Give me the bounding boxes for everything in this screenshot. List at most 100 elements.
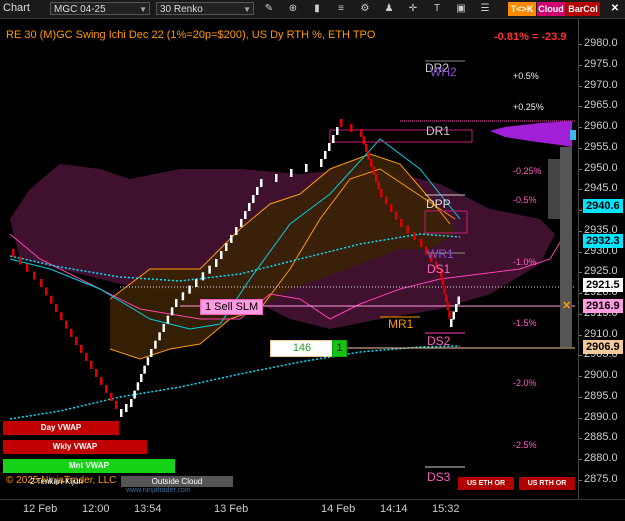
bar-type-value: 30 Renko [160, 4, 203, 15]
renko-brick [150, 349, 153, 357]
renko-brick [26, 264, 29, 272]
x-tick: 14:14 [380, 503, 408, 515]
renko-brick [336, 127, 339, 135]
renko-brick [362, 136, 365, 145]
price-tick: 2925.0 [584, 265, 618, 278]
x-tick: 14 Feb [321, 503, 356, 515]
renko-brick [166, 315, 170, 324]
level-mr1: MR1 [388, 317, 414, 331]
chart-toolbar: Chart MGC 04-25 ▼ 30 Renko ▼ ✎ ⊕ ▮ ≡ ⚙ ♟… [0, 0, 625, 19]
renko-brick [115, 401, 118, 409]
close-position-icon[interactable]: ✕ [562, 299, 571, 312]
more-icon[interactable]: ☰ [478, 2, 492, 15]
pct-level: +0.5% [513, 71, 539, 81]
renko-brick [340, 119, 343, 127]
sell-order-label[interactable]: 1 Sell SLM [200, 299, 264, 315]
day-vwap-label: Day VWAP [3, 421, 119, 435]
renko-brick [244, 211, 247, 219]
renko-brick [188, 285, 191, 294]
bar-type-selector[interactable]: 30 Renko ▼ [156, 2, 254, 15]
price-tick: 2880.0 [584, 452, 618, 464]
renko-brick [320, 159, 323, 167]
level-dpp: DPP [426, 197, 451, 211]
instrument-selector[interactable]: MGC 04-25 ▼ [50, 2, 150, 15]
renko-brick [19, 256, 22, 265]
pct-level: -1.5% [513, 318, 537, 328]
renko-brick [420, 239, 423, 247]
price-tick: 2955.0 [584, 140, 618, 153]
bars-icon[interactable]: ▮ [310, 2, 324, 15]
renko-brick [175, 299, 178, 307]
net-change: -0.81% = -23.9 [494, 31, 567, 43]
order-count-text: 1 [336, 342, 343, 354]
renko-brick [305, 164, 308, 172]
price-marker-tag: 2940.6 [583, 199, 623, 213]
chart-panel[interactable]: 2980.0 2975.0 2970.0 2965.0 2960.0 2955.0 2950… [0, 19, 623, 499]
level-ds3: DS3 [427, 470, 451, 484]
settings-icon[interactable]: ⚙ [358, 2, 372, 15]
us-rth-or-button[interactable]: US RTH OR [519, 477, 575, 490]
renko-brick [50, 295, 53, 304]
renko-brick [230, 235, 233, 243]
tenkan-kijun-status: 2 Tenkan-Kijun [30, 477, 83, 486]
renko-brick [235, 227, 238, 235]
renko-brick [375, 174, 378, 182]
level-wh2: WH2 [430, 65, 457, 79]
window-title: Chart [3, 2, 30, 14]
price-tick: 2945.0 [584, 182, 618, 195]
zoom-in-icon[interactable]: ⊕ [286, 2, 300, 15]
x-tick: 12 Feb [23, 503, 58, 515]
renko-brick [413, 232, 416, 241]
renko-brick [370, 159, 373, 167]
renko-brick [120, 409, 123, 417]
renko-brick [181, 292, 185, 301]
renko-brick [400, 219, 403, 227]
renko-brick [33, 271, 36, 280]
crosshair-icon[interactable]: ✛ [406, 2, 420, 15]
strategy-icon[interactable]: ♟ [382, 2, 396, 15]
chart-description: RE 30 (M)GC Swing Ichi Dec 22 (1%=20p=$2… [6, 29, 376, 41]
renko-brick [170, 307, 174, 316]
renko-brick [110, 393, 113, 401]
time-axis[interactable]: 12 Feb 12:00 13:54 13 Feb 14 Feb 14:14 1… [0, 499, 625, 521]
cloud-toggle[interactable]: Cloud [537, 2, 565, 16]
renko-brick [100, 377, 103, 385]
price-marker-tag: 2916.9 [583, 299, 623, 313]
renko-brick [208, 265, 211, 274]
price-tick: 2950.0 [584, 161, 618, 174]
x-tick: 12:00 [82, 503, 110, 515]
x-tick: 15:32 [432, 503, 460, 515]
renko-brick [365, 144, 368, 152]
renko-brick [360, 129, 363, 137]
wkly-vwap-label: Wkly VWAP [3, 440, 147, 454]
wkly-vwap-line [9, 345, 461, 420]
lock-icon[interactable]: ▣ [454, 2, 468, 15]
mnt-vwap-label: Mnt VWAP [3, 459, 175, 473]
renko-brick [125, 404, 128, 412]
barcol-toggle[interactable]: BarCol [566, 2, 600, 16]
text-icon[interactable]: T [430, 2, 444, 15]
renko-brick [367, 151, 370, 160]
renko-brick [377, 181, 380, 190]
renko-brick [385, 196, 388, 205]
renko-brick [252, 195, 255, 203]
price-tick: 2975.0 [584, 57, 618, 70]
price-tick: 2900.0 [584, 369, 618, 381]
renko-brick [406, 225, 410, 234]
renko-brick [324, 151, 327, 159]
order-qty-count[interactable]: 1 [332, 340, 347, 357]
tenkan-kijun-toggle[interactable]: T<>K [508, 2, 536, 16]
us-eth-or-button[interactable]: US ETH OR [458, 477, 514, 490]
renko-brick [40, 279, 43, 287]
order-qty-box[interactable]: 146 [270, 340, 334, 357]
properties-icon[interactable]: ≡ [334, 2, 348, 15]
instrument-value: MGC 04-25 [54, 4, 106, 15]
close-icon[interactable]: ✕ [606, 2, 624, 15]
renko-brick [457, 296, 460, 305]
price-tick: 2885.0 [584, 431, 618, 444]
price-tick: 2895.0 [584, 389, 618, 402]
renko-brick [256, 187, 259, 195]
level-ds1: DS1 [427, 262, 451, 276]
renko-brick [55, 304, 58, 312]
draw-icon[interactable]: ✎ [262, 2, 276, 15]
